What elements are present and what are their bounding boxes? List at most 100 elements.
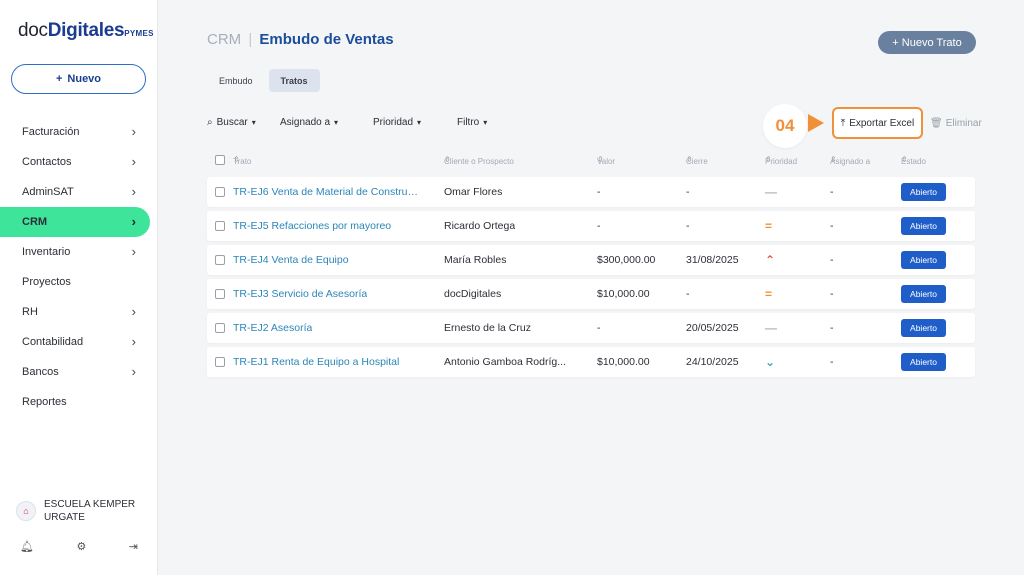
client-name: docDigitales — [444, 288, 502, 300]
chevron-right-icon: › — [131, 334, 136, 349]
status-badge[interactable]: Abierto — [901, 183, 946, 201]
client-name: Antonio Gamboa Rodríg... — [444, 356, 566, 368]
row-checkbox[interactable] — [215, 221, 225, 231]
deal-link[interactable]: TR-EJ5 Refacciones por mayoreo — [233, 220, 391, 232]
status-badge[interactable]: Abierto — [901, 353, 946, 371]
new-deal-label: Nuevo Trato — [901, 36, 962, 49]
column-header-asignado[interactable]: Asignado a ⇕ — [830, 155, 870, 166]
sidebar-item-bancos[interactable]: Bancos › — [0, 357, 158, 387]
new-button-label: Nuevo — [67, 73, 102, 85]
search-icon: ⌕ — [207, 117, 213, 128]
search-button[interactable]: ⌕ Buscar ▾ — [207, 117, 280, 128]
assigned-user: - — [830, 288, 834, 300]
brand-prefix: doc — [18, 20, 48, 41]
client-name: Omar Flores — [444, 186, 503, 198]
column-header-prioridad[interactable]: Prioridad ⇕ — [765, 155, 797, 166]
tab-tratos[interactable]: Tratos — [268, 69, 320, 92]
sidebar-item-contactos[interactable]: Contactos › — [0, 147, 158, 177]
column-header-trato[interactable]: Trato ⇕ — [233, 155, 251, 166]
organization-switcher[interactable]: ⌂ ESCUELA KEMPER URGATE — [16, 498, 144, 524]
assigned-filter[interactable]: Asignado a ▾ — [280, 117, 373, 128]
row-checkbox[interactable] — [215, 289, 225, 299]
table-row[interactable]: TR-EJ6 Venta de Material de Construcci..… — [207, 177, 975, 207]
sidebar-item-label: Facturación — [22, 126, 80, 138]
deal-link[interactable]: TR-EJ6 Venta de Material de Construcci..… — [233, 186, 423, 198]
column-header-cliente[interactable]: Cliente o Prospecto ⇕ — [444, 155, 514, 166]
deal-value: - — [597, 322, 601, 334]
sidebar-item-inventario[interactable]: Inventario › — [0, 237, 158, 267]
filter-button[interactable]: Filtro ▾ — [457, 117, 487, 128]
select-all-checkbox[interactable] — [215, 155, 225, 165]
sidebar-item-contabilidad[interactable]: Contabilidad › — [0, 327, 158, 357]
row-checkbox[interactable] — [215, 255, 225, 265]
status-badge[interactable]: Abierto — [901, 251, 946, 269]
sidebar-item-proyectos[interactable]: Proyectos — [0, 267, 158, 297]
new-deal-button[interactable]: + Nuevo Trato — [878, 31, 976, 54]
deal-link[interactable]: TR-EJ1 Renta de Equipo a Hospital — [233, 356, 399, 368]
column-header-estado[interactable]: Estado ⇕ — [901, 155, 926, 166]
chevron-down-icon: ▾ — [483, 118, 488, 127]
table-row[interactable]: TR-EJ1 Renta de Equipo a Hospital Antonio… — [207, 347, 975, 377]
assigned-user: - — [830, 254, 834, 266]
table-row[interactable]: TR-EJ4 Venta de Equipo María Robles $300,0… — [207, 245, 975, 275]
chevron-right-icon: › — [131, 154, 136, 169]
sidebar-item-label: Contabilidad — [22, 336, 84, 348]
new-button[interactable]: + Nuevo — [11, 64, 146, 94]
sidebar-item-crm[interactable]: CRM › — [0, 207, 150, 237]
delete-label: Eliminar — [945, 118, 982, 129]
status-badge[interactable]: Abierto — [901, 319, 946, 337]
status-badge[interactable]: Abierto — [901, 217, 946, 235]
deal-link[interactable]: TR-EJ4 Venta de Equipo — [233, 254, 349, 266]
assigned-user: - — [830, 356, 834, 368]
chevron-right-icon: › — [131, 184, 136, 199]
sidebar-item-label: RH — [22, 306, 38, 318]
table-row[interactable]: TR-EJ5 Refacciones por mayoreo Ricardo Or… — [207, 211, 975, 241]
assigned-user: - — [830, 322, 834, 334]
priority-high-icon: ⌃ — [765, 253, 776, 267]
client-name: María Robles — [444, 254, 507, 266]
sidebar-item-facturaci-n[interactable]: Facturación › — [0, 117, 158, 147]
row-checkbox[interactable] — [215, 187, 225, 197]
tab-embudo[interactable]: Embudo — [207, 69, 265, 92]
deal-value: - — [597, 220, 601, 232]
export-excel-button[interactable]: ⤒ Exportar Excel — [832, 107, 923, 139]
priority-filter[interactable]: Prioridad ▾ — [373, 117, 457, 128]
status-badge[interactable]: Abierto — [901, 285, 946, 303]
sidebar-item-reportes[interactable]: Reportes — [0, 387, 158, 417]
close-date: - — [686, 288, 690, 300]
close-date: 24/10/2025 — [686, 356, 739, 368]
priority-none-icon: — — [765, 185, 777, 199]
deal-value: $10,000.00 — [597, 288, 650, 300]
table-header: Trato ⇕ Cliente o Prospecto ⇕ Valor ⇕ Ci… — [207, 153, 975, 167]
assigned-user: - — [830, 220, 834, 232]
sidebar-item-label: Bancos — [22, 366, 59, 378]
row-checkbox[interactable] — [215, 357, 225, 367]
sidebar-item-rh[interactable]: RH › — [0, 297, 158, 327]
gear-icon[interactable]: ⚙ — [76, 540, 86, 553]
deal-link[interactable]: TR-EJ2 Asesoría — [233, 322, 312, 334]
sidebar-item-adminsat[interactable]: AdminSAT › — [0, 177, 158, 207]
column-header-valor[interactable]: Valor ⇕ — [597, 155, 615, 166]
sidebar-item-label: AdminSAT — [22, 186, 74, 198]
brand-logo[interactable]: docDigitalesPYMES — [18, 20, 154, 42]
plus-icon: + — [55, 73, 63, 85]
row-checkbox[interactable] — [215, 323, 225, 333]
priority-label: Prioridad — [373, 117, 414, 128]
priority-none-icon: — — [765, 321, 777, 335]
column-header-cierre[interactable]: Cierre ⇕ — [686, 155, 708, 166]
table-row[interactable]: TR-EJ3 Servicio de Asesoría docDigitales $… — [207, 279, 975, 309]
priority-medium-icon: = — [765, 287, 773, 301]
bell-icon[interactable]: 🔔︎ — [20, 540, 34, 553]
sidebar: docDigitalesPYMES + Nuevo Facturación › Co… — [0, 0, 158, 575]
breadcrumb-root[interactable]: CRM — [207, 31, 241, 48]
chevron-right-icon: › — [131, 124, 136, 139]
table-row[interactable]: TR-EJ2 Asesoría Ernesto de la Cruz - 20/05/… — [207, 313, 975, 343]
brand-suffix: PYMES — [124, 29, 154, 38]
delete-button[interactable]: 🗑︎ Eliminar — [930, 118, 982, 129]
deal-value: - — [597, 186, 601, 198]
close-date: - — [686, 220, 690, 232]
deal-link[interactable]: TR-EJ3 Servicio de Asesoría — [233, 288, 367, 300]
logout-icon[interactable]: ⇥ — [129, 540, 138, 553]
chevron-right-icon: › — [131, 364, 136, 379]
org-logo-icon: ⌂ — [16, 501, 36, 521]
